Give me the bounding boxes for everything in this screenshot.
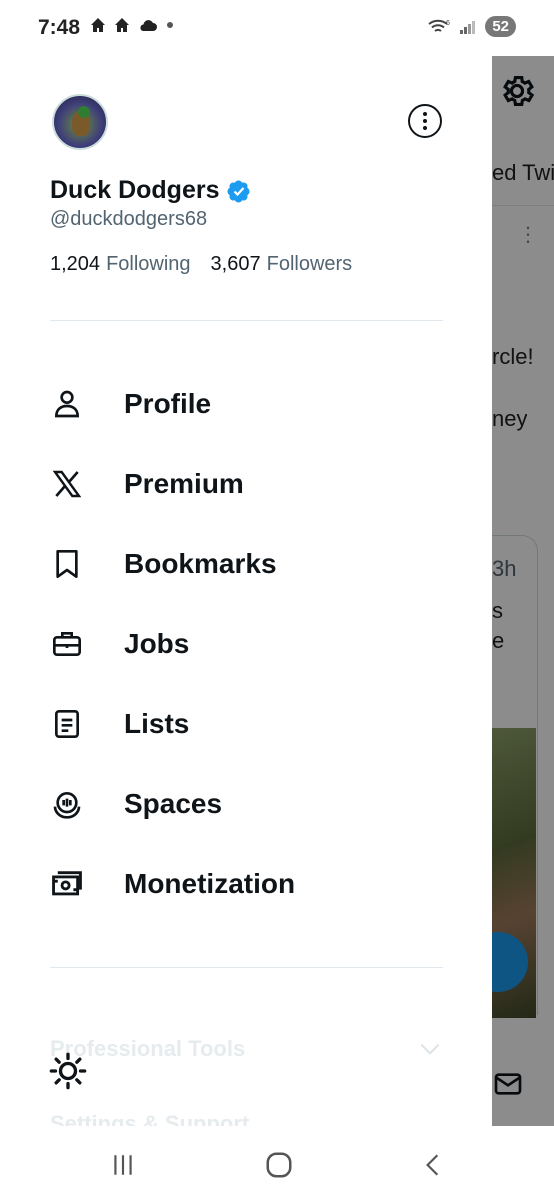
followers-count[interactable]: 3,607 xyxy=(211,253,261,276)
menu-label: Profile xyxy=(124,388,212,419)
menu-item-premium[interactable]: Premium xyxy=(0,444,492,524)
menu-item-bookmarks[interactable]: Bookmarks xyxy=(0,524,492,604)
user-handle: @duckdodgers68 xyxy=(50,208,208,230)
follow-stats: 1,204 Following 3,607 Followers xyxy=(50,253,352,276)
person-icon xyxy=(50,387,84,421)
home-icon xyxy=(266,1152,292,1178)
section-label: Settings & Support xyxy=(50,1111,250,1126)
following-count[interactable]: 1,204 xyxy=(50,253,100,276)
display-name-row[interactable]: Duck Dodgers xyxy=(50,176,251,205)
notification-icons xyxy=(90,17,174,33)
x-logo-icon xyxy=(50,467,84,501)
avatar-image-detail xyxy=(78,106,90,118)
menu-label: Premium xyxy=(124,468,244,499)
divider xyxy=(50,320,443,321)
menu-item-monetization[interactable]: Monetization xyxy=(0,844,492,924)
recent-apps-icon xyxy=(114,1155,132,1175)
menu-item-spaces[interactable]: Spaces xyxy=(0,764,492,844)
stats-gap xyxy=(197,253,205,276)
recent-apps-button[interactable] xyxy=(106,1148,140,1182)
back-icon xyxy=(426,1154,439,1176)
chevron-down-icon xyxy=(420,1043,440,1055)
signal-icon xyxy=(460,20,476,34)
theme-toggle-button[interactable] xyxy=(48,1051,88,1091)
money-icon xyxy=(50,867,84,901)
wifi-icon: 6 xyxy=(428,19,450,32)
dot-icon xyxy=(167,22,173,28)
bookmark-icon xyxy=(50,547,84,581)
briefcase-icon xyxy=(50,627,84,661)
cloud-icon xyxy=(140,20,157,31)
menu-label: Jobs xyxy=(124,628,190,659)
more-dot-icon xyxy=(423,126,427,130)
list-icon xyxy=(50,707,84,741)
display-name: Duck Dodgers xyxy=(50,176,220,204)
status-time: 7:48 xyxy=(38,16,81,39)
verified-badge-icon xyxy=(227,180,250,202)
system-icons: 6 52 xyxy=(427,16,516,37)
battery-level: 52 xyxy=(485,16,516,37)
menu-label: Spaces xyxy=(124,788,223,819)
followers-label[interactable]: Followers xyxy=(267,253,353,276)
menu-label: Monetization xyxy=(124,868,296,899)
more-dot-icon xyxy=(423,119,427,123)
avatar[interactable] xyxy=(52,94,108,150)
dim-overlay[interactable] xyxy=(492,0,554,1200)
following-label[interactable]: Following xyxy=(106,253,190,276)
status-bar: 7:48 6 52 xyxy=(0,0,554,56)
wifi-label: 6 xyxy=(446,20,450,27)
menu-label: Lists xyxy=(124,708,190,739)
home-button[interactable] xyxy=(262,1148,296,1182)
divider xyxy=(50,967,443,968)
menu-item-profile[interactable]: Profile xyxy=(0,364,492,444)
menu-label: Bookmarks xyxy=(124,548,277,579)
settings-support-section[interactable]: Settings & Support xyxy=(50,1111,443,1126)
professional-tools-section[interactable]: Professional Tools xyxy=(50,1036,443,1062)
menu-item-lists[interactable]: Lists xyxy=(0,684,492,764)
drawer-menu: Profile Premium Bookmarks Jobs Lists Spa… xyxy=(0,364,492,924)
account-options-button[interactable] xyxy=(408,104,442,138)
notification-home-icon xyxy=(91,18,105,32)
menu-item-jobs[interactable]: Jobs xyxy=(0,604,492,684)
sun-icon xyxy=(49,1052,87,1090)
navigation-drawer: Duck Dodgers @duckdodgers68 1,204 Follow… xyxy=(0,56,492,1126)
more-dot-icon xyxy=(423,112,427,116)
spaces-icon xyxy=(50,787,84,821)
notification-home-icon xyxy=(115,18,129,32)
system-navigation-bar xyxy=(0,1126,554,1200)
back-button[interactable] xyxy=(416,1148,450,1182)
